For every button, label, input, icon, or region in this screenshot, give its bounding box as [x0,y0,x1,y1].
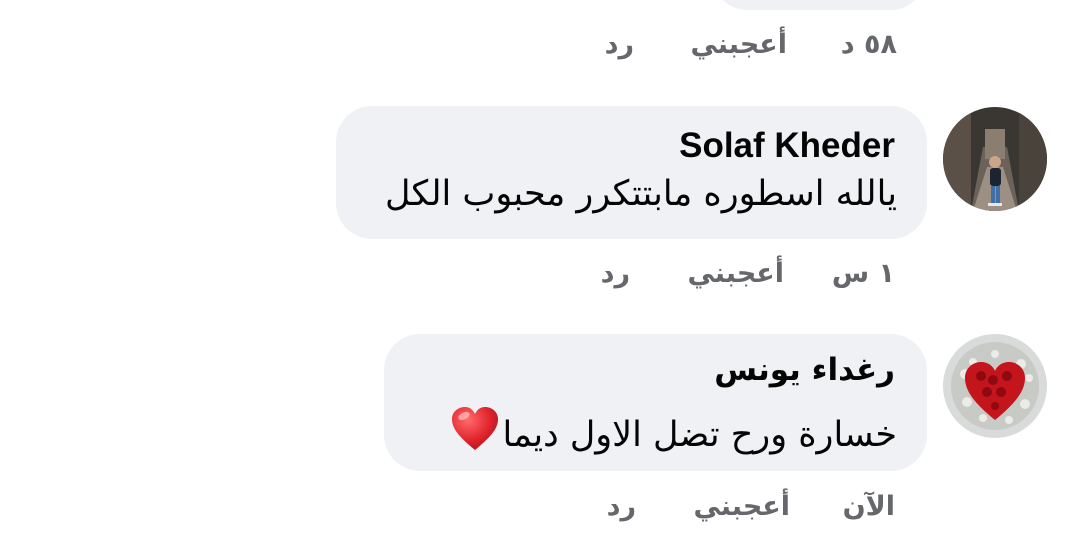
previous-comment-bubble[interactable] [713,0,925,10]
avatar[interactable] [943,334,1047,438]
reply-button[interactable]: رد [601,258,630,289]
comment-author[interactable]: رغداء يونس [714,352,895,388]
comment-time: ٥٨ د [840,29,897,60]
like-button[interactable]: أعجبني [693,491,790,522]
reply-button[interactable]: رد [607,491,636,522]
comment-bubble[interactable]: Solaf Kheder يالله اسطوره مابتتكرر محبوب… [336,106,927,239]
avatar[interactable] [943,107,1047,211]
comment-text: يالله اسطوره مابتتكرر محبوب الكل [385,174,897,214]
comment-time: الآن [842,491,895,522]
comment-text-line: خسارة ورح تضل الاول ديما [450,406,897,455]
previous-comment-actions: ٥٨ د أعجبني رد [0,29,1080,69]
like-button[interactable]: أعجبني [687,258,784,289]
comment-text: خسارة ورح تضل الاول ديما [502,415,897,455]
like-button[interactable]: أعجبني [690,29,787,60]
comments-thread: ٥٨ د أعجبني رد Solaf Kheder يالله اسطوره… [0,0,1080,538]
reply-button[interactable]: رد [605,29,634,60]
comment-bubble[interactable]: رغداء يونس خسارة ورح تضل الاول ديما [384,334,927,471]
comment-actions: ١ س أعجبني رد [0,258,1080,298]
comment-author[interactable]: Solaf Kheder [679,126,895,166]
comment-actions: الآن أعجبني رد [0,491,1080,531]
heart-icon [452,407,499,450]
avatar-photo [943,107,1047,211]
comment-time: ١ س [831,258,895,289]
avatar-photo [943,334,1047,438]
